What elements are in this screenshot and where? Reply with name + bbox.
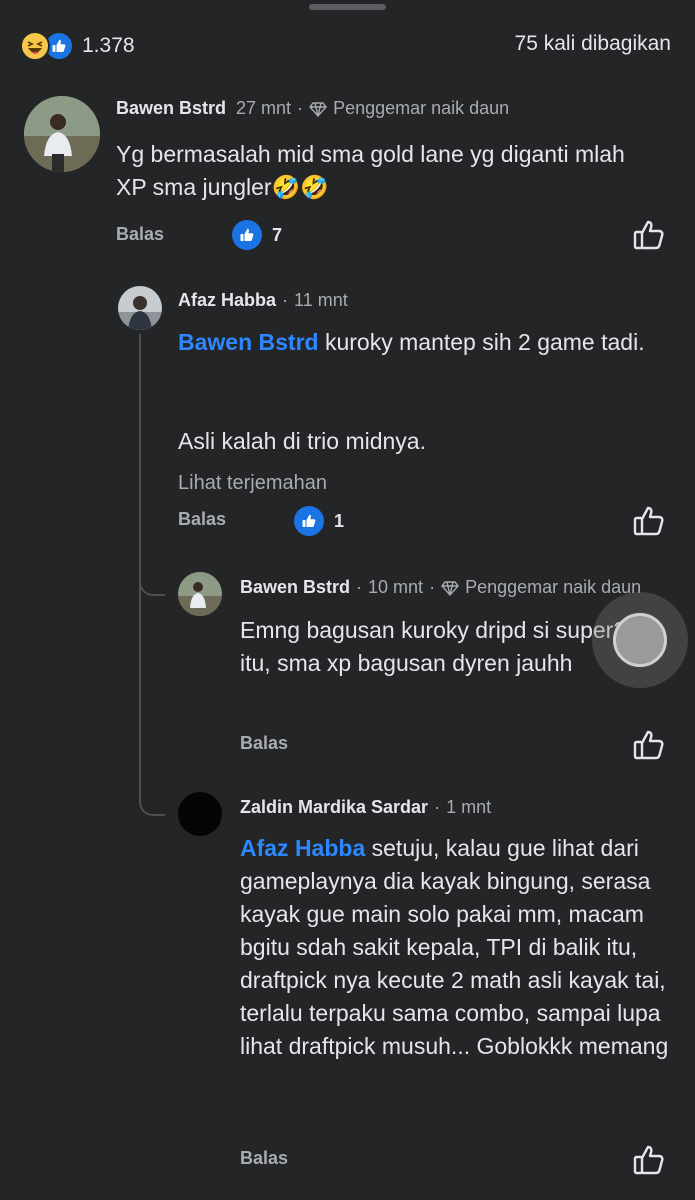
thread-line [139,334,141,796]
assistive-touch-button[interactable] [592,592,688,688]
sheet-drag-handle[interactable] [309,4,386,10]
like-count: 1 [334,510,345,531]
like-button-icon[interactable] [632,218,666,252]
like-button-icon[interactable] [632,1143,666,1177]
like-icon [232,220,262,250]
comment-author[interactable]: Zaldin Mardika Sardar [240,797,428,818]
comment-time: 27 mnt [236,98,292,118]
see-translation-link[interactable]: Lihat terjemahan [178,472,327,495]
thread-connector [139,566,165,596]
separator-dot: · [434,797,441,817]
comment-reactions[interactable]: 1 [294,506,344,536]
comment-reactions[interactable]: 7 [232,220,282,250]
share-count[interactable]: 75 kali dibagikan [515,32,671,56]
comment-author[interactable]: Bawen Bstrd [116,98,226,119]
like-icon [294,506,324,536]
comment-author[interactable]: Bawen Bstrd [240,577,350,598]
reaction-count: 1.378 [82,34,135,57]
comment-text: Emng bagusan kuroky dripd si super2 itu,… [240,617,627,676]
like-button-icon[interactable] [632,728,666,762]
separator-dot: · [429,577,436,597]
mention-link[interactable]: Afaz Habba [240,835,365,861]
reply-button[interactable]: Balas [178,509,226,530]
avatar[interactable] [118,286,162,330]
comment-text-body: setuju, kalau gue lihat dari gameplaynya… [240,835,669,1059]
reaction-summary[interactable]: 1.378 [20,30,135,62]
like-button-icon[interactable] [632,504,666,538]
fan-badge-label: Penggemar naik daun [333,98,510,118]
mention-link[interactable]: Bawen Bstrd [178,329,319,355]
comment-time: 10 mnt [368,577,424,597]
haha-reaction-icon [20,31,50,61]
separator-dot: · [282,290,289,310]
assistive-touch-inner [613,613,667,667]
comment-text: Afaz Habba setuju, kalau gue lihat dari … [240,832,670,1063]
comment-time: 11 mnt [294,290,348,310]
avatar[interactable] [24,96,100,172]
comment-author[interactable]: Afaz Habba [178,290,276,311]
reply-button[interactable]: Balas [116,224,164,245]
avatar[interactable] [178,572,222,616]
avatar[interactable] [178,792,222,836]
separator-dot: · [356,577,363,597]
comment-text: Yg bermasalah mid sma gold lane yg digan… [116,141,625,200]
comment-time: 1 mnt [446,797,492,817]
diamond-badge-icon [441,579,459,597]
reply-button[interactable]: Balas [240,1148,288,1169]
diamond-badge-icon [309,100,327,118]
comment-text: Bawen Bstrd kuroky mantep sih 2 game tad… [178,326,658,359]
like-count: 7 [272,224,283,245]
reply-button[interactable]: Balas [240,733,288,754]
separator-dot: · [297,98,304,118]
comment-text-line1: kuroky mantep sih 2 game tadi. [318,329,645,355]
fan-badge-label: Penggemar naik daun [465,577,642,597]
thread-connector [139,786,165,816]
comment-text-line2: Asli kalah di trio midnya. [178,428,426,454]
